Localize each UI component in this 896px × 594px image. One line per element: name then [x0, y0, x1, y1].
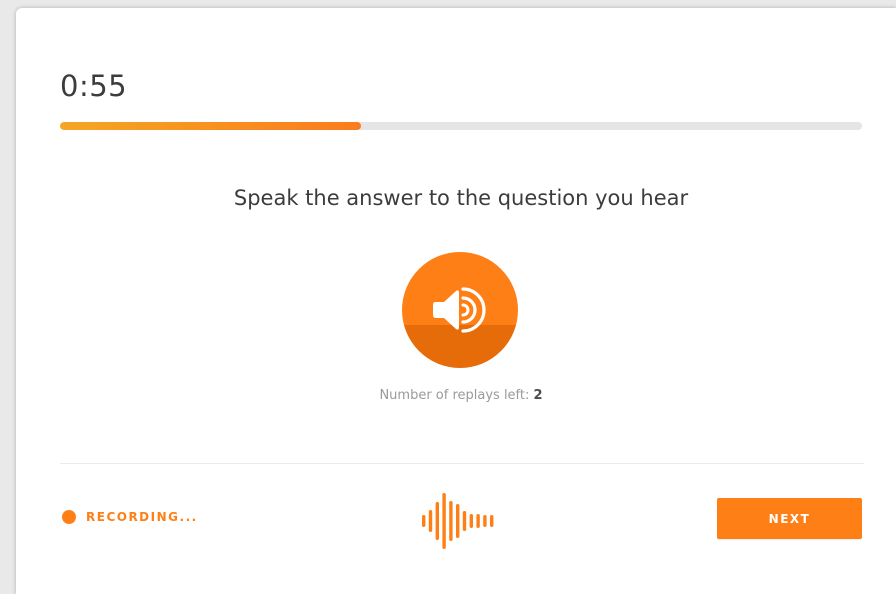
waveform-bar [483, 515, 487, 527]
waveform-bar [435, 502, 439, 540]
replays-count: 2 [533, 388, 543, 403]
recording-label: RECORDING... [86, 510, 198, 524]
waveform-bar [462, 511, 467, 531]
audio-waveform-icon [420, 490, 510, 552]
waveform-bar [428, 510, 433, 532]
play-audio-button[interactable] [402, 252, 518, 368]
speaker-volume-icon [429, 282, 491, 338]
waveform-bar [442, 493, 446, 549]
replays-remaining: Number of replays left: 2 [16, 386, 896, 406]
question-prompt: Speak the answer to the question you hea… [233, 186, 689, 210]
test-card: 0:55 Speak the answer to the question yo… [16, 8, 896, 594]
recording-indicator: RECORDING... [62, 510, 198, 524]
waveform-bar [456, 504, 460, 538]
waveform-bar [422, 515, 426, 527]
waveform-bar [449, 501, 453, 541]
replays-label: Number of replays left: [379, 388, 534, 403]
next-button[interactable]: NEXT [717, 498, 862, 539]
time-progress-fill [60, 122, 361, 130]
waveform-bar [490, 515, 494, 527]
countdown-timer: 0:55 [60, 69, 128, 103]
waveform-bar [476, 514, 480, 528]
recording-dot-icon [62, 510, 76, 524]
footer-divider [60, 463, 864, 464]
time-progress-bar [60, 122, 862, 130]
waveform-bar [469, 514, 473, 528]
